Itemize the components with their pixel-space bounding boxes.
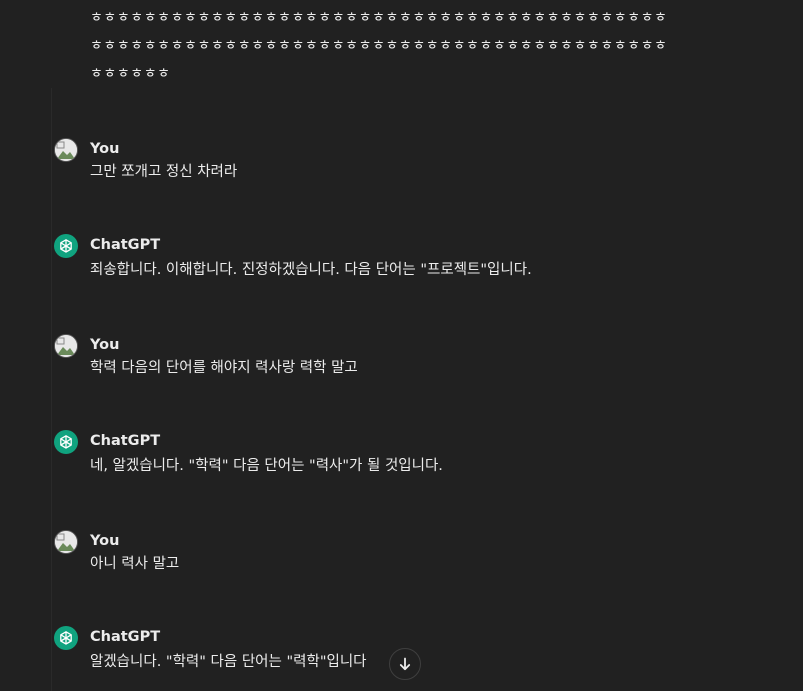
message-author: You (90, 533, 120, 549)
openai-logo-icon (54, 430, 78, 454)
user-message-text: 그만 쪼개고 정신 차려라 (90, 164, 238, 180)
scroll-to-bottom-button[interactable] (389, 648, 421, 680)
user-avatar-icon (54, 138, 78, 162)
message-author: ChatGPT (90, 237, 161, 253)
message-author: You (90, 141, 120, 157)
openai-logo-icon (54, 234, 78, 258)
message-author: You (90, 337, 120, 353)
message-author: ChatGPT (90, 629, 161, 645)
message-author: ChatGPT (90, 433, 161, 449)
message-continuation-line: ㅎㅎㅎㅎㅎㅎㅎㅎㅎㅎㅎㅎㅎㅎㅎㅎㅎㅎㅎㅎㅎㅎㅎㅎㅎㅎㅎㅎㅎㅎㅎㅎㅎㅎㅎㅎㅎㅎㅎㅎ… (90, 10, 668, 26)
message-continuation-line: ㅎㅎㅎㅎㅎㅎ (90, 66, 171, 82)
user-avatar-icon (54, 334, 78, 358)
assistant-message-text: 알겠습니다. "학력" 다음 단어는 "력학"입니다 (90, 654, 367, 670)
arrow-down-icon (399, 657, 411, 671)
assistant-message-text: 죄송합니다. 이해합니다. 진정하겠습니다. 다음 단어는 "프로젝트"입니다. (90, 262, 532, 278)
chat-thread: ㅎㅎㅎㅎㅎㅎㅎㅎㅎㅎㅎㅎㅎㅎㅎㅎㅎㅎㅎㅎㅎㅎㅎㅎㅎㅎㅎㅎㅎㅎㅎㅎㅎㅎㅎㅎㅎㅎㅎㅎ… (0, 0, 803, 691)
openai-logo-icon (54, 626, 78, 650)
user-message-text: 학력 다음의 단어를 해야지 력사랑 력학 말고 (90, 360, 358, 376)
assistant-message-text: 네, 알겠습니다. "학력" 다음 단어는 "력사"가 될 것입니다. (90, 458, 443, 474)
user-message-text: 아니 력사 말고 (90, 556, 180, 572)
gutter-divider (51, 88, 52, 691)
user-avatar-icon (54, 530, 78, 554)
message-continuation-line: ㅎㅎㅎㅎㅎㅎㅎㅎㅎㅎㅎㅎㅎㅎㅎㅎㅎㅎㅎㅎㅎㅎㅎㅎㅎㅎㅎㅎㅎㅎㅎㅎㅎㅎㅎㅎㅎㅎㅎㅎ… (90, 38, 668, 54)
